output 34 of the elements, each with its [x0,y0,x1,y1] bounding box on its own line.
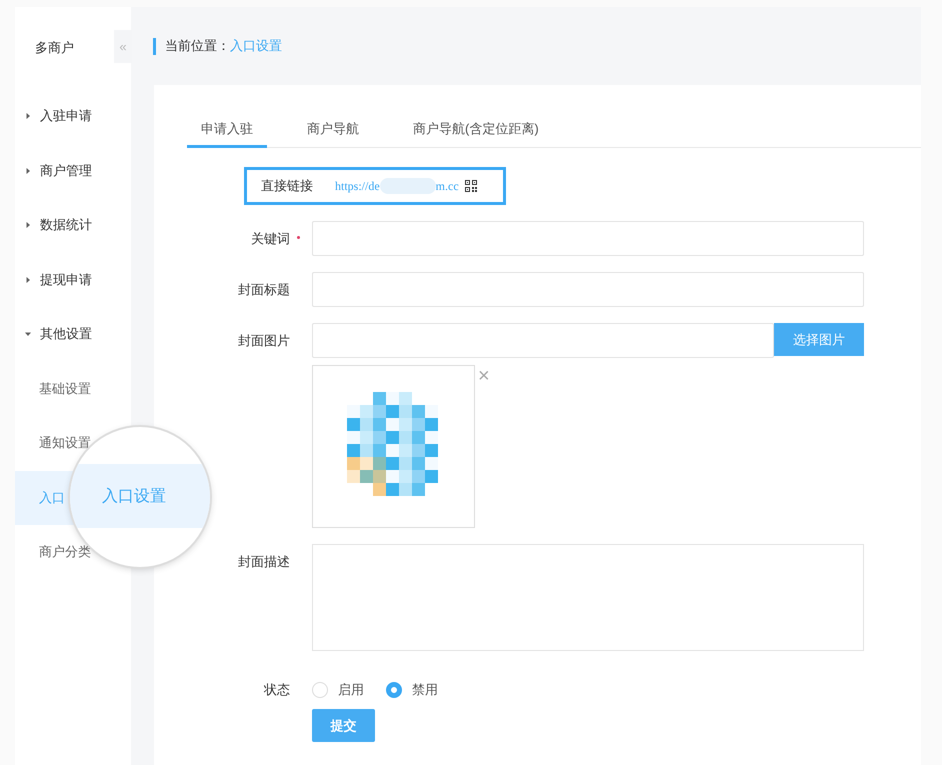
field-label: 封面图片 [238,332,290,350]
redaction-blur [380,178,436,194]
sidebar-subitem[interactable]: 商户分类 [39,543,91,562]
qr-code-icon[interactable] [464,180,477,192]
caret-icon [25,276,31,283]
radio-label[interactable]: 启用 [338,680,364,698]
field-label: 封面描述 [238,553,290,571]
field-label: 封面标题 [238,281,290,299]
sidebar-item[interactable]: 提现申请 [15,252,131,307]
caret-icon [25,222,31,228]
tab[interactable]: 申请入驻 [187,113,267,148]
sidebar-item[interactable]: 数据统计 [15,198,131,252]
sidebar-item[interactable]: 其他设置 [15,307,131,362]
breadcrumb-label: 当前位置： [165,37,230,55]
radio-button[interactable] [386,682,402,698]
textarea-field[interactable] [312,544,864,651]
sidebar-item[interactable]: 商户管理 [15,144,131,198]
tab[interactable]: 商户导航 [293,113,373,148]
sidebar-item[interactable]: 入驻申请 [15,89,131,144]
link-label: 直接链接 [261,177,313,195]
sidebar-subitem[interactable]: 通知设置 [39,434,91,452]
field-label: 关键词 [251,230,290,248]
sidebar-title: 多商户 [35,39,74,57]
radio-label[interactable]: 禁用 [412,680,438,698]
magnified-item: 入口设置 [70,464,210,528]
input-field[interactable] [312,272,864,307]
input-field[interactable] [312,221,864,256]
sidebar-subitem[interactable]: 基础设置 [39,380,91,398]
tab[interactable]: 商户导航(含定位距离) [399,113,553,148]
input-field[interactable] [312,323,774,358]
caret-icon [25,168,31,174]
caret-icon [25,331,31,338]
caret-icon [25,113,31,120]
field-label: 状态 [264,681,290,699]
